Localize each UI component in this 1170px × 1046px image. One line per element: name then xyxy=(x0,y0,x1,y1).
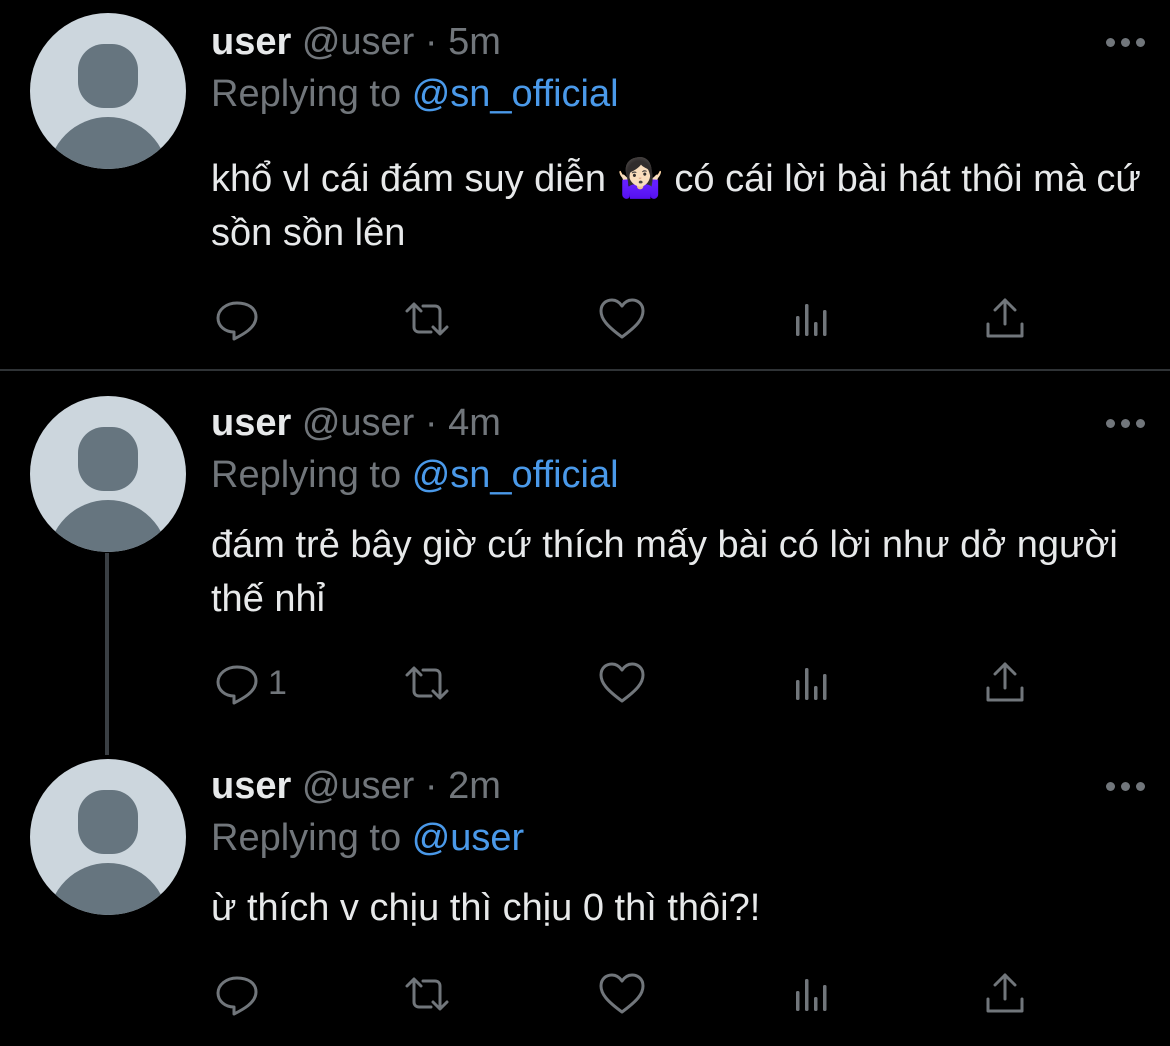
handle[interactable]: @user xyxy=(302,21,415,63)
replying-to: Replying to @sn_official xyxy=(211,453,619,497)
like-icon xyxy=(599,973,645,1014)
reply-icon xyxy=(216,301,258,341)
tweet-text: đám trẻ bây giờ cứ thích mấy bài có lời … xyxy=(211,524,1118,620)
avatar[interactable] xyxy=(30,396,186,552)
tweet-header: user @user · 5m xyxy=(211,20,501,64)
like-button[interactable] xyxy=(597,658,647,708)
views-icon xyxy=(796,668,827,700)
replying-to: Replying to @sn_official xyxy=(211,72,619,116)
reply-count: 1 xyxy=(268,663,287,702)
tweet[interactable]: user @user · 5m Replying to @sn_official… xyxy=(0,0,1170,370)
retweet-button[interactable] xyxy=(402,658,452,708)
like-icon xyxy=(599,298,645,339)
mention-link[interactable]: @sn_official xyxy=(412,73,619,115)
reply-button[interactable]: 1 xyxy=(212,658,287,708)
views-button[interactable] xyxy=(788,294,838,344)
mention-link[interactable]: @user xyxy=(412,817,525,859)
tweet-header: user @user · 4m xyxy=(211,401,501,445)
retweet-button[interactable] xyxy=(402,969,452,1019)
avatar[interactable] xyxy=(30,759,186,915)
retweet-icon xyxy=(405,302,449,336)
views-icon xyxy=(796,304,827,336)
share-icon xyxy=(986,973,1024,1013)
more-icon[interactable] xyxy=(1106,417,1146,429)
action-bar xyxy=(212,969,1042,1019)
replying-label: Replying to xyxy=(211,817,402,859)
display-name[interactable]: user xyxy=(211,765,291,807)
reply-icon xyxy=(216,976,258,1016)
share-icon xyxy=(986,662,1024,702)
replying-to: Replying to @user xyxy=(211,816,524,860)
views-button[interactable] xyxy=(788,969,838,1019)
display-name[interactable]: user xyxy=(211,21,291,63)
mention-link[interactable]: @sn_official xyxy=(412,454,619,496)
share-button[interactable] xyxy=(980,658,1030,708)
handle[interactable]: @user xyxy=(302,402,415,444)
timestamp[interactable]: 4m xyxy=(448,402,501,444)
action-bar: 1 xyxy=(212,658,1042,708)
reply-button[interactable] xyxy=(212,294,268,344)
more-icon[interactable] xyxy=(1106,36,1146,48)
tweet-header: user @user · 2m xyxy=(211,764,501,808)
like-button[interactable] xyxy=(597,294,647,344)
retweet-icon xyxy=(405,666,449,700)
like-button[interactable] xyxy=(597,969,647,1019)
timestamp[interactable]: 5m xyxy=(448,21,501,63)
action-bar xyxy=(212,294,1042,344)
separator-dot: · xyxy=(424,402,438,444)
more-icon[interactable] xyxy=(1106,780,1146,792)
tweet-text: ừ thích v chịu thì chịu 0 thì thôi?! xyxy=(211,887,761,929)
tweet-text: khổ vl cái đám suy diễn 🤷🏻‍♀️ có cái lời… xyxy=(211,158,1141,254)
replying-label: Replying to xyxy=(211,73,402,115)
reply-button[interactable] xyxy=(212,969,268,1019)
divider xyxy=(0,369,1170,371)
retweet-button[interactable] xyxy=(402,294,452,344)
reply-icon xyxy=(216,665,258,705)
views-icon xyxy=(796,979,827,1011)
share-icon xyxy=(986,298,1024,338)
display-name[interactable]: user xyxy=(211,402,291,444)
replying-label: Replying to xyxy=(211,454,402,496)
separator-dot: · xyxy=(424,21,438,63)
tweet[interactable]: user @user · 4m Replying to @sn_official… xyxy=(0,372,1170,732)
tweet[interactable]: user @user · 2m Replying to @user ừ thíc… xyxy=(0,735,1170,1046)
handle[interactable]: @user xyxy=(302,765,415,807)
avatar[interactable] xyxy=(30,13,186,169)
retweet-icon xyxy=(405,977,449,1011)
share-button[interactable] xyxy=(980,969,1030,1019)
like-icon xyxy=(599,662,645,703)
timestamp[interactable]: 2m xyxy=(448,765,501,807)
views-button[interactable] xyxy=(788,658,838,708)
share-button[interactable] xyxy=(980,294,1030,344)
separator-dot: · xyxy=(424,765,438,807)
